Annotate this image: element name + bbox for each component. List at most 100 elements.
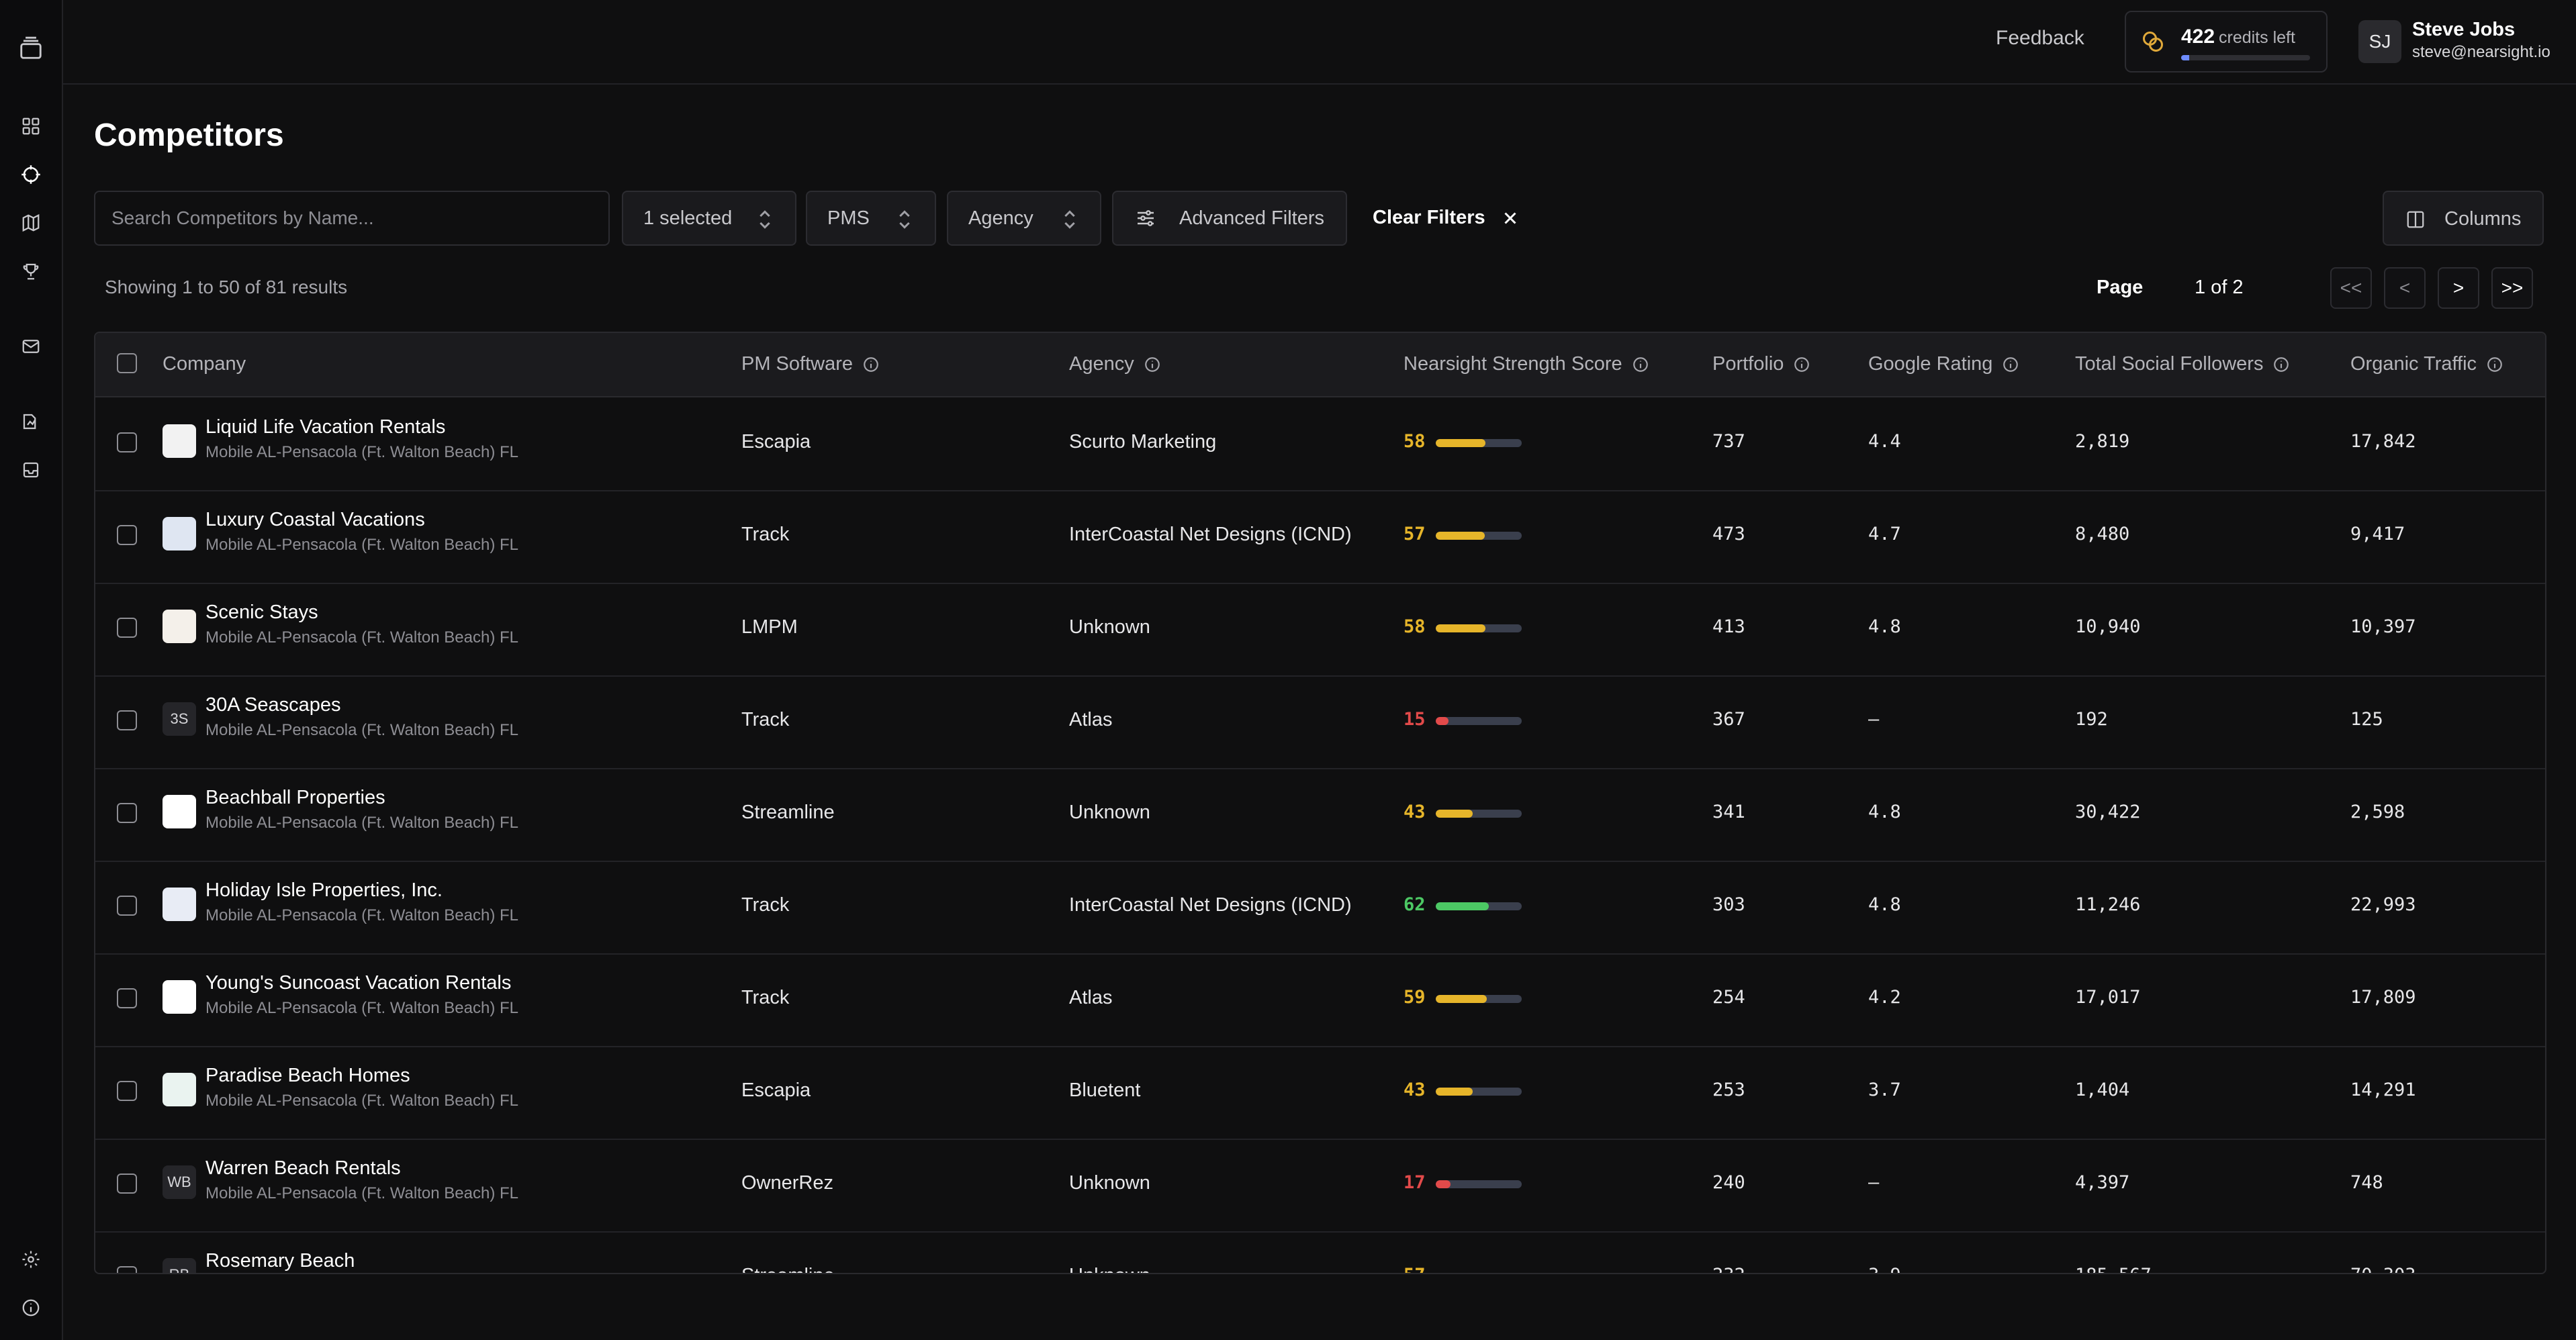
row-checkbox[interactable]	[117, 1266, 137, 1273]
agency: Atlas	[1069, 987, 1113, 1008]
table-row[interactable]: Liquid Life Vacation Rentals Mobile AL-Pe…	[95, 397, 2545, 491]
company-name[interactable]: Rosemary Beach	[205, 1250, 355, 1272]
row-checkbox[interactable]	[117, 1081, 137, 1101]
mail-icon[interactable]	[16, 332, 46, 361]
trophy-icon[interactable]	[16, 256, 46, 286]
strength-score: 58	[1404, 616, 1426, 637]
strength-score: 57	[1404, 1265, 1426, 1273]
info-icon[interactable]	[1632, 356, 1649, 373]
company-logo	[163, 517, 196, 551]
info-icon[interactable]	[16, 1293, 46, 1323]
clear-filters-button[interactable]: Clear Filters	[1373, 207, 1485, 229]
search-input[interactable]	[94, 191, 610, 246]
feedback-link[interactable]: Feedback	[1996, 27, 2084, 50]
header-organic-traffic[interactable]: Organic Traffic	[2350, 353, 2503, 375]
company-location: Mobile AL-Pensacola (Ft. Walton Beach) F…	[205, 1184, 518, 1202]
location-select[interactable]: 1 selected	[622, 191, 796, 246]
company-name[interactable]: Young's Suncoast Vacation Rentals	[205, 972, 511, 994]
row-checkbox[interactable]	[117, 896, 137, 916]
columns-label: Columns	[2444, 208, 2522, 230]
header-company[interactable]: Company	[163, 353, 246, 375]
user-name[interactable]: Steve Jobs	[2412, 19, 2515, 41]
table-row[interactable]: Young's Suncoast Vacation Rentals Mobile …	[95, 953, 2545, 1047]
company-name[interactable]: Warren Beach Rentals	[205, 1157, 401, 1180]
company-name[interactable]: Beachball Properties	[205, 787, 385, 809]
prev-page-button[interactable]: <	[2384, 267, 2426, 309]
row-checkbox[interactable]	[117, 525, 137, 545]
location-select-label: 1 selected	[643, 207, 733, 229]
company-location: Mobile AL-Pensacola (Ft. Walton Beach) F…	[205, 536, 518, 554]
header-agency[interactable]: Agency	[1069, 353, 1161, 375]
credits-widget[interactable]: 422 credits left	[2125, 11, 2328, 73]
organic-traffic: 748	[2350, 1172, 2383, 1193]
dashboard-icon[interactable]	[16, 111, 46, 141]
select-all-checkbox[interactable]	[117, 353, 137, 373]
info-icon[interactable]	[1793, 356, 1810, 373]
user-email[interactable]: steve@nearsight.io	[2412, 43, 2550, 62]
pms-select[interactable]: PMS	[806, 191, 936, 246]
next-page-button[interactable]: >	[2438, 267, 2479, 309]
first-page-button[interactable]: <<	[2330, 267, 2372, 309]
pm-software: Track	[741, 524, 790, 545]
sort-icon	[897, 209, 912, 230]
table-row[interactable]: WB Warren Beach Rentals Mobile AL-Pensacol…	[95, 1139, 2545, 1233]
map-icon[interactable]	[16, 208, 46, 238]
sliders-icon	[1135, 207, 1156, 229]
row-checkbox[interactable]	[117, 1174, 137, 1194]
avatar[interactable]: SJ	[2358, 20, 2401, 63]
close-icon[interactable]	[1500, 208, 1520, 228]
company-name[interactable]: 30A Seascapes	[205, 694, 341, 716]
gear-icon[interactable]	[16, 1245, 46, 1274]
header-google-rating[interactable]: Google Rating	[1868, 353, 2019, 375]
row-checkbox[interactable]	[117, 803, 137, 823]
target-icon[interactable]	[16, 160, 46, 189]
company-name[interactable]: Holiday Isle Properties, Inc.	[205, 879, 443, 902]
table-header: Company PM Software Agency Nearsight Str…	[95, 333, 2545, 397]
last-page-button[interactable]: >>	[2491, 267, 2533, 309]
organic-traffic: 17,842	[2350, 431, 2416, 452]
info-icon[interactable]	[2002, 356, 2019, 373]
pm-software: Track	[741, 894, 790, 916]
info-icon[interactable]	[1144, 356, 1161, 373]
company-name[interactable]: Liquid Life Vacation Rentals	[205, 416, 445, 438]
table-row[interactable]: 3S 30A Seascapes Mobile AL-Pensacola (Ft. …	[95, 675, 2545, 769]
info-icon[interactable]	[862, 356, 880, 373]
agency-select[interactable]: Agency	[947, 191, 1101, 246]
header-social-followers[interactable]: Total Social Followers	[2075, 353, 2290, 375]
company-name[interactable]: Paradise Beach Homes	[205, 1065, 410, 1087]
portfolio: 341	[1712, 802, 1745, 822]
table-row[interactable]: Luxury Coastal Vacations Mobile AL-Pensac…	[95, 490, 2545, 584]
table-row[interactable]: RBRosemary BeachMobile AL-Pensacola (Ft.…	[95, 1231, 2545, 1273]
info-icon[interactable]	[2486, 356, 2503, 373]
strength-score: 59	[1404, 987, 1426, 1008]
layers-icon[interactable]	[15, 32, 47, 64]
row-checkbox[interactable]	[117, 710, 137, 730]
row-checkbox[interactable]	[117, 618, 137, 638]
company-logo	[163, 888, 196, 921]
info-icon[interactable]	[2272, 356, 2290, 373]
company-logo	[163, 424, 196, 458]
google-rating: –	[1868, 1172, 1880, 1193]
strength-score-bar	[1436, 810, 1522, 818]
columns-button[interactable]: Columns	[2383, 191, 2544, 246]
google-rating: 4.8	[1868, 616, 1901, 637]
strength-score-bar	[1436, 532, 1522, 540]
header-portfolio[interactable]: Portfolio	[1712, 353, 1810, 375]
table-row[interactable]: Scenic Stays Mobile AL-Pensacola (Ft. Wal…	[95, 583, 2545, 677]
social-followers: 8,480	[2075, 524, 2130, 544]
row-checkbox[interactable]	[117, 988, 137, 1008]
company-logo	[163, 795, 196, 828]
strength-score: 62	[1404, 894, 1426, 915]
table-row[interactable]: Holiday Isle Properties, Inc. Mobile AL-P…	[95, 861, 2545, 955]
report-icon[interactable]	[16, 407, 46, 436]
company-name[interactable]: Scenic Stays	[205, 602, 318, 624]
advanced-filters-button[interactable]: Advanced Filters	[1112, 191, 1347, 246]
row-checkbox[interactable]	[117, 432, 137, 452]
social-followers: 185,567	[2075, 1265, 2152, 1273]
header-pm-software[interactable]: PM Software	[741, 353, 880, 375]
table-row[interactable]: Paradise Beach Homes Mobile AL-Pensacola …	[95, 1046, 2545, 1140]
company-name[interactable]: Luxury Coastal Vacations	[205, 509, 425, 531]
inbox-icon[interactable]	[16, 455, 46, 485]
table-row[interactable]: Beachball Properties Mobile AL-Pensacola …	[95, 768, 2545, 862]
header-strength-score[interactable]: Nearsight Strength Score	[1404, 353, 1649, 375]
